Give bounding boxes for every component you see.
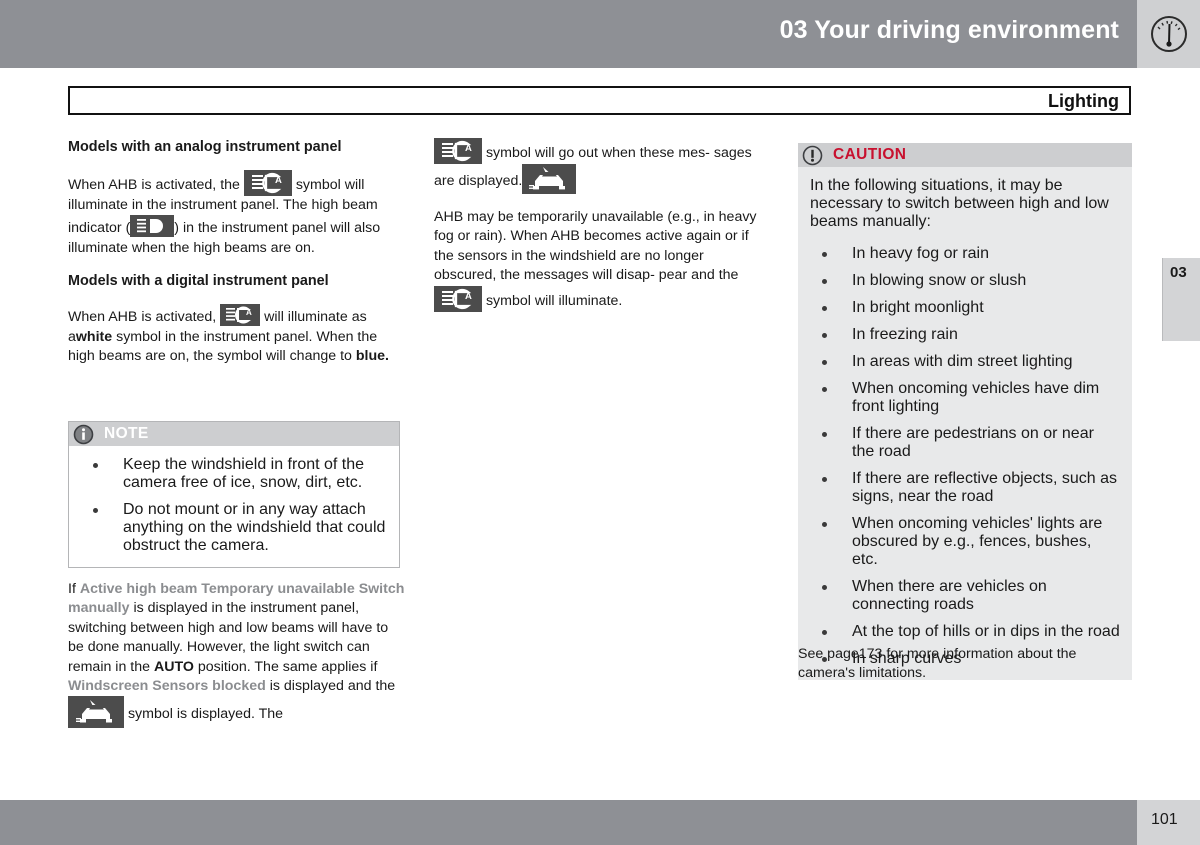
section-title-bar: Lighting bbox=[68, 86, 1131, 115]
caution-intro: In the following situations, it may be n… bbox=[810, 177, 1109, 230]
svg-text:A: A bbox=[246, 308, 252, 317]
analog-text-2: symbol bbox=[295, 177, 341, 193]
analog-text-5: ) in the instrument bbox=[174, 220, 288, 237]
high-beam-indicator-icon bbox=[130, 215, 175, 238]
list-item: Keep the windshield in front of the came… bbox=[81, 456, 387, 492]
mid-text-5: symbol will illuminate. bbox=[485, 292, 623, 309]
digital-text-blue: blue. bbox=[355, 348, 389, 365]
svg-text:A: A bbox=[275, 175, 282, 186]
lower-text-1: If bbox=[68, 581, 76, 597]
digital-text-white: white bbox=[75, 328, 113, 345]
ahb-symbol-icon-small: A bbox=[220, 304, 261, 327]
paragraph-mid-1: A symbol will go out when these mes- sag… bbox=[434, 138, 766, 194]
note-title: NOTE bbox=[104, 425, 149, 442]
page-footer bbox=[0, 800, 1137, 845]
svg-text:A: A bbox=[465, 291, 472, 302]
paragraph-digital: When AHB is activated, A will illuminate… bbox=[68, 304, 400, 366]
lower-text-6: symbol is displayed. The bbox=[127, 706, 284, 723]
chapter-tab: 03 bbox=[1162, 258, 1200, 341]
analog-text-1: When AHB is activated, the bbox=[68, 177, 240, 193]
chapter-tab-number: 03 bbox=[1170, 264, 1187, 281]
page-header: 03 Your driving environment bbox=[0, 0, 1137, 68]
note-list: Keep the windshield in front of the came… bbox=[81, 456, 387, 555]
list-item: In blowing snow or slush bbox=[810, 272, 1120, 290]
list-item: If there are pedestrians on or near the … bbox=[810, 425, 1120, 461]
page-title: 03 Your driving environment bbox=[779, 16, 1119, 44]
paragraph-mid-2: AHB may be temporarily unavailable (e.g.… bbox=[434, 208, 766, 312]
list-item: In bright moonlight bbox=[810, 299, 1120, 317]
see-page-reference: See page173 for more information about t… bbox=[798, 646, 1077, 682]
list-item: Do not mount or in any way attach anythi… bbox=[81, 501, 387, 555]
page-number-container: 101 bbox=[1137, 800, 1200, 845]
caution-header: CAUTION bbox=[798, 143, 1132, 167]
paragraph-analog: When AHB is activated, the A symbol will… bbox=[68, 170, 400, 258]
list-item: In heavy fog or rain bbox=[810, 245, 1120, 263]
gauge-icon bbox=[1149, 10, 1189, 63]
caution-title: CAUTION bbox=[833, 146, 907, 163]
ahb-symbol-icon: A bbox=[243, 170, 292, 196]
digital-text-1: When AHB is activated, bbox=[68, 309, 217, 326]
note-header: NOTE bbox=[69, 422, 399, 446]
digital-text-2: will illuminate bbox=[264, 309, 348, 326]
header-icon-container bbox=[1137, 0, 1200, 68]
page-number: 101 bbox=[1151, 811, 1178, 828]
heading-digital-panel: Models with a digital instrument panel bbox=[68, 273, 329, 290]
windscreen-sensors-blocked-icon bbox=[522, 164, 577, 194]
lower-left-paragraph: If Active high beam Temporary unavailabl… bbox=[68, 580, 406, 729]
windscreen-sensors-blocked-icon bbox=[68, 696, 124, 729]
list-item: In freezing rain bbox=[810, 326, 1120, 344]
ahb-symbol-icon: A bbox=[434, 138, 482, 164]
list-item: At the top of hills or in dips in the ro… bbox=[810, 623, 1120, 641]
list-item: When oncoming vehicles have dim front li… bbox=[810, 380, 1120, 416]
ahb-symbol-icon: A bbox=[434, 285, 482, 312]
lower-text-3: position. The same applies if bbox=[197, 658, 378, 675]
exclamation-icon bbox=[802, 145, 823, 166]
display-message-2: Windscreen Sensors blocked bbox=[68, 678, 266, 695]
lower-text-4: is displayed bbox=[269, 678, 344, 695]
lower-text-5: and the bbox=[347, 678, 396, 695]
mid-text-4: pear and the bbox=[658, 267, 739, 284]
caution-callout: CAUTION In the following situations, it … bbox=[798, 143, 1132, 680]
list-item: If there are reflective objects, such as… bbox=[810, 470, 1120, 506]
section-title: Lighting bbox=[1048, 91, 1119, 111]
caution-list: In heavy fog or rain In blowing snow or … bbox=[810, 245, 1120, 668]
digital-text-4: symbol in the instrument panel. When the… bbox=[68, 328, 378, 365]
caution-body: In the following situations, it may be n… bbox=[798, 167, 1132, 680]
auto-position-label: AUTO bbox=[153, 658, 194, 675]
heading-analog-panel: Models with an analog instrument panel bbox=[68, 139, 342, 155]
left-column: Models with an analog instrument panel W… bbox=[68, 138, 400, 380]
list-item: When there are vehicles on connecting ro… bbox=[810, 578, 1120, 614]
note-callout: NOTE Keep the windshield in front of the… bbox=[68, 421, 400, 568]
list-item: In areas with dim street lighting bbox=[810, 353, 1120, 371]
note-body: Keep the windshield in front of the came… bbox=[69, 446, 399, 567]
mid-text-1: symbol will go out when these mes- bbox=[485, 145, 710, 161]
svg-text:A: A bbox=[465, 143, 472, 154]
middle-column: A symbol will go out when these mes- sag… bbox=[434, 138, 766, 326]
info-icon bbox=[73, 424, 94, 445]
list-item: When oncoming vehicles' lights are obscu… bbox=[810, 515, 1120, 569]
